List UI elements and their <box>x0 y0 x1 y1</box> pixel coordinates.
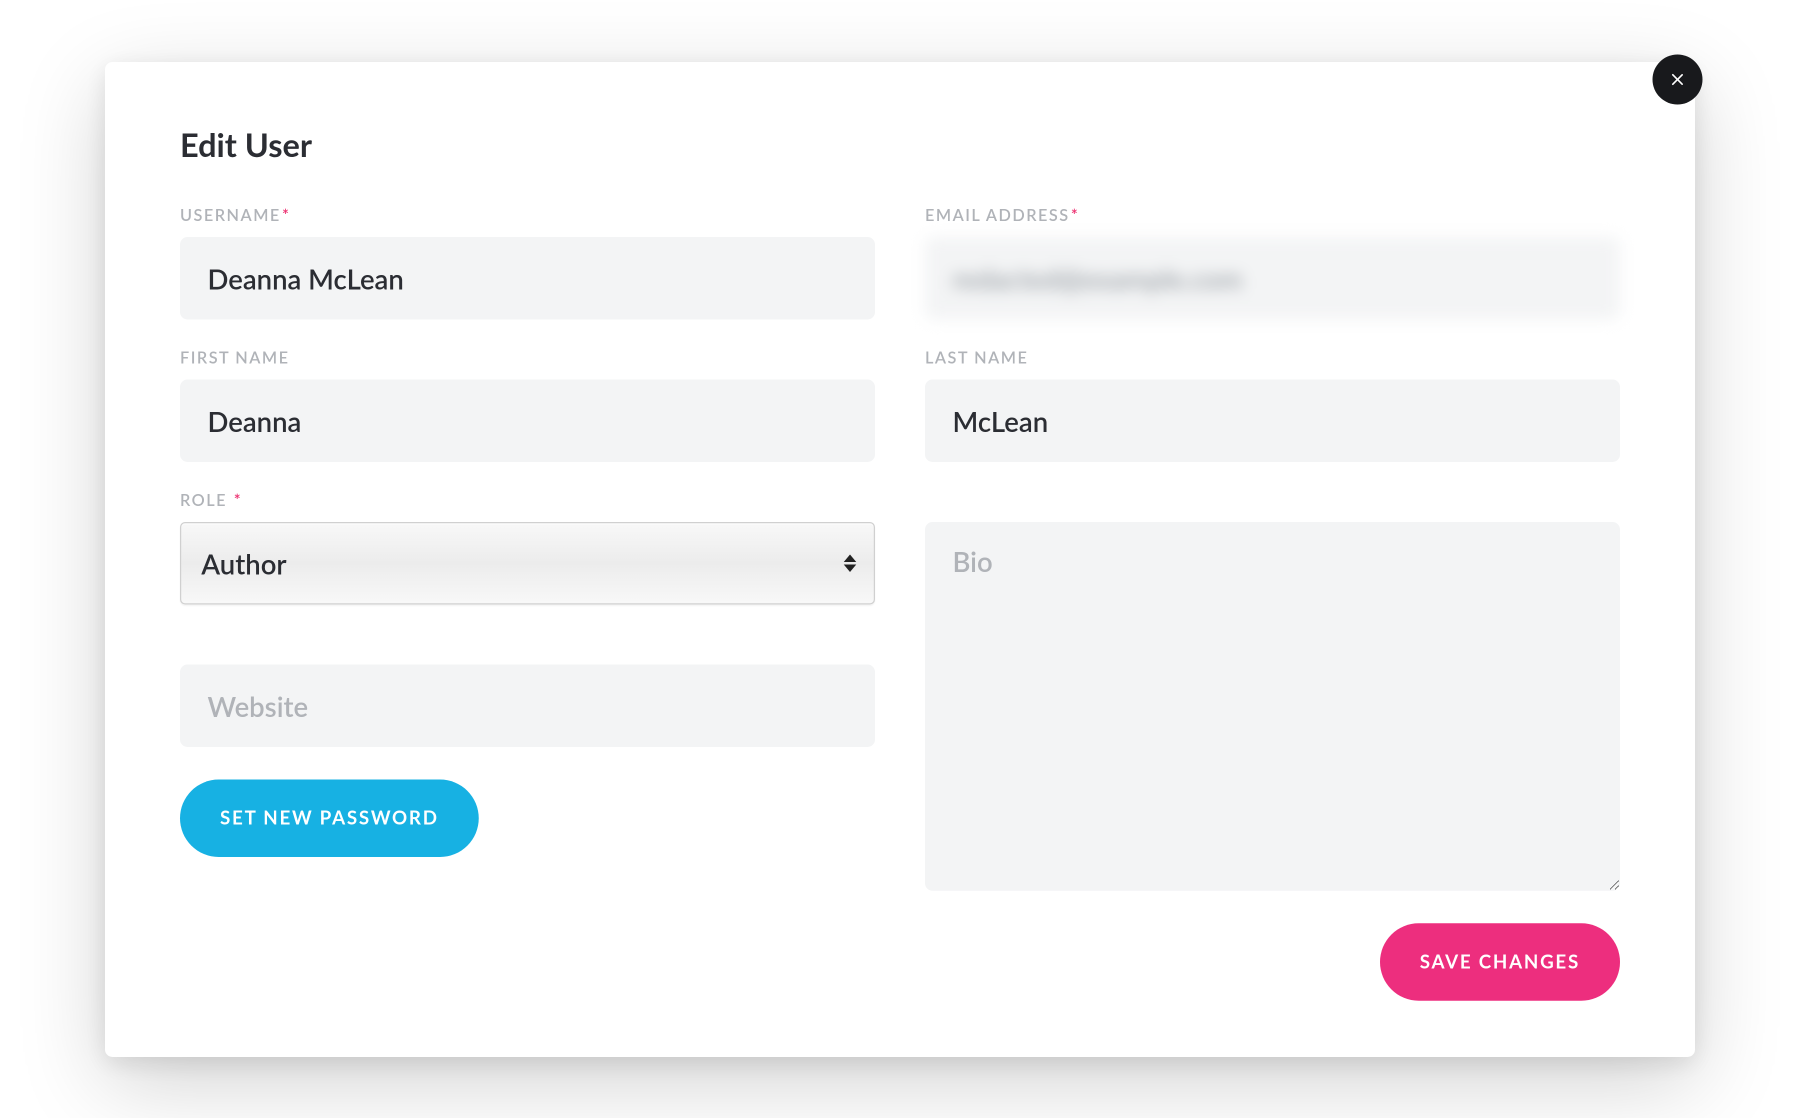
required-mark: * <box>1071 205 1079 225</box>
role-label: ROLE * <box>180 490 875 510</box>
set-new-password-button[interactable]: SET NEW PASSWORD <box>180 780 479 858</box>
close-icon <box>1668 70 1688 90</box>
required-mark: * <box>282 205 290 225</box>
required-mark: * <box>234 490 242 510</box>
last-name-label: LAST NAME <box>925 347 1620 367</box>
modal-title: Edit User <box>180 125 1620 165</box>
last-name-input[interactable] <box>925 380 1620 463</box>
edit-user-modal: Edit User USERNAME* FIRST NAME ROLE * Au… <box>105 62 1695 1057</box>
role-label-text: ROLE <box>180 490 227 510</box>
first-name-input[interactable] <box>180 380 875 463</box>
website-input[interactable] <box>180 665 875 748</box>
username-input[interactable] <box>180 237 875 320</box>
email-label: EMAIL ADDRESS* <box>925 205 1620 225</box>
username-label-text: USERNAME <box>180 205 281 225</box>
bio-textarea[interactable] <box>925 522 1620 891</box>
email-label-text: EMAIL ADDRESS <box>925 205 1070 225</box>
modal-footer: SAVE CHANGES <box>180 923 1620 1001</box>
username-label: USERNAME* <box>180 205 875 225</box>
role-select-wrapper[interactable]: Author <box>180 522 875 605</box>
save-changes-button[interactable]: SAVE CHANGES <box>1380 923 1620 1001</box>
close-button[interactable] <box>1653 55 1703 105</box>
email-input[interactable] <box>925 237 1620 320</box>
edit-user-form: USERNAME* FIRST NAME ROLE * Author <box>180 205 1620 891</box>
first-name-label: FIRST NAME <box>180 347 875 367</box>
role-select[interactable]: Author <box>181 523 874 603</box>
